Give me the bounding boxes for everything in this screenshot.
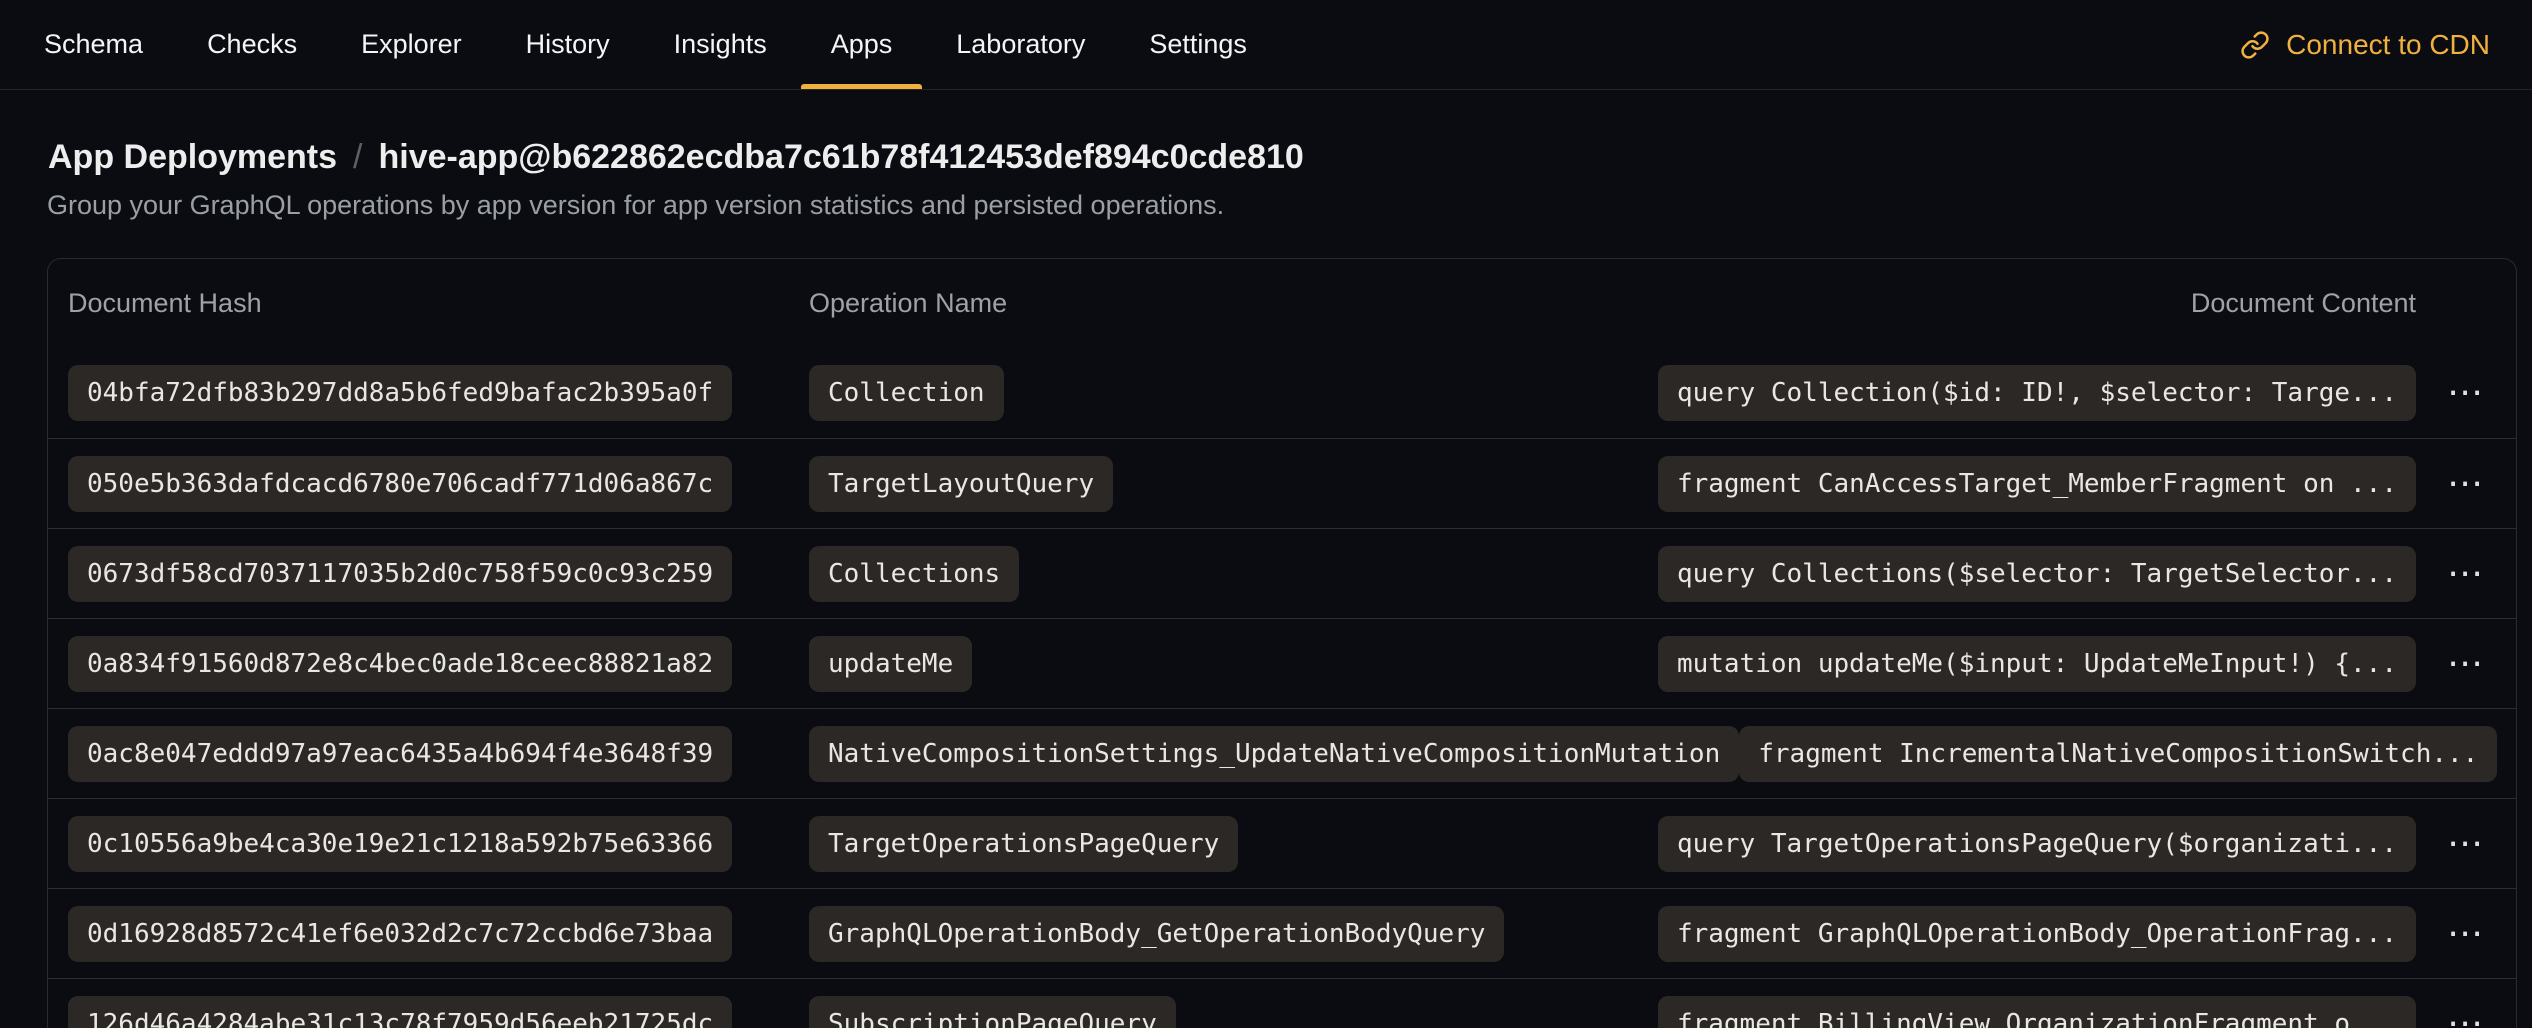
app-deployment-page: App Deployments / hive-app@b622862ecdba7…	[0, 90, 2532, 1028]
top-navigation-bar: Schema Checks Explorer History Insights Apps L…	[0, 0, 2532, 90]
page-subtitle: Group your GraphQL operations by app ver…	[47, 190, 2517, 221]
document-content-preview: query TargetOperationsPageQuery($organiz…	[1658, 816, 2416, 872]
nav-tab-settings[interactable]: Settings	[1149, 0, 1247, 89]
document-content-preview: query Collections($selector: TargetSelec…	[1658, 546, 2416, 602]
document-hash-value: 0d16928d8572c41ef6e032d2c7c72ccbd6e73baa	[68, 906, 732, 962]
nav-tab-checks[interactable]: Checks	[207, 0, 297, 89]
table-row: 0ac8e047eddd97a97eac6435a4b694f4e3648f39…	[48, 708, 2516, 798]
table-row: 0673df58cd7037117035b2d0c758f59c0c93c259…	[48, 528, 2516, 618]
nav-tab-insights[interactable]: Insights	[674, 0, 767, 89]
row-actions-menu-button[interactable]: ⋯	[2437, 820, 2495, 868]
document-hash-value: 0a834f91560d872e8c4bec0ade18ceec88821a82	[68, 636, 732, 692]
table-row: 126d46a4284abe31c13c78f7959d56eeb21725dc…	[48, 978, 2516, 1028]
document-hash-value: 0673df58cd7037117035b2d0c758f59c0c93c259	[68, 546, 732, 602]
nav-tab-schema[interactable]: Schema	[44, 0, 143, 89]
connect-to-cdn-button[interactable]: Connect to CDN	[2240, 29, 2490, 61]
document-hash-value: 04bfa72dfb83b297dd8a5b6fed9bafac2b395a0f	[68, 365, 732, 421]
page-title-app-version: hive-app@b622862ecdba7c61b78f412453def89…	[379, 138, 1304, 177]
document-hash-value: 0c10556a9be4ca30e19e21c1218a592b75e63366	[68, 816, 732, 872]
row-actions-menu-button[interactable]: ⋯	[2437, 910, 2495, 958]
row-actions-menu-button[interactable]: ⋯	[2437, 460, 2495, 508]
operation-name-value: Collections	[809, 546, 1019, 602]
operation-name-value: GraphQLOperationBody_GetOperationBodyQue…	[809, 906, 1504, 962]
link-icon	[2240, 30, 2270, 60]
nav-tab-laboratory[interactable]: Laboratory	[956, 0, 1085, 89]
operation-name-value: SubscriptionPageQuery	[809, 996, 1176, 1028]
document-hash-value: 050e5b363dafdcacd6780e706cadf771d06a867c	[68, 456, 732, 512]
table-row: 0c10556a9be4ca30e19e21c1218a592b75e63366…	[48, 798, 2516, 888]
operation-name-value: TargetLayoutQuery	[809, 456, 1113, 512]
row-actions-menu-button[interactable]: ⋯	[2437, 550, 2495, 598]
nav-tab-apps[interactable]: Apps	[831, 0, 893, 89]
documents-table: Document Hash Operation Name Document Co…	[47, 258, 2517, 1028]
document-content-preview: fragment CanAccessTarget_MemberFragment …	[1658, 456, 2416, 512]
row-actions-menu-button[interactable]: ⋯	[2437, 1000, 2495, 1028]
document-hash-value: 126d46a4284abe31c13c78f7959d56eeb21725dc	[68, 996, 732, 1028]
document-content-preview: mutation updateMe($input: UpdateMeInput!…	[1658, 636, 2416, 692]
operation-name-value: TargetOperationsPageQuery	[809, 816, 1238, 872]
document-content-preview: fragment IncrementalNativeCompositionSwi…	[1739, 726, 2497, 782]
document-hash-value: 0ac8e047eddd97a97eac6435a4b694f4e3648f39	[68, 726, 732, 782]
document-content-preview: fragment GraphQLOperationBody_OperationF…	[1658, 906, 2416, 962]
table-body: 04bfa72dfb83b297dd8a5b6fed9bafac2b395a0f…	[48, 348, 2516, 1028]
operation-name-value: Collection	[809, 365, 1004, 421]
column-header-document-content: Document Content	[2191, 288, 2416, 319]
nav-tabs: Schema Checks Explorer History Insights Apps L…	[44, 0, 1247, 89]
nav-tab-history[interactable]: History	[526, 0, 610, 89]
breadcrumb-separator: /	[353, 138, 362, 177]
column-header-document-hash: Document Hash	[68, 288, 809, 319]
row-actions-menu-button[interactable]: ⋯	[2437, 369, 2495, 417]
operation-name-value: NativeCompositionSettings_UpdateNativeCo…	[809, 726, 1739, 782]
breadcrumb: App Deployments / hive-app@b622862ecdba7…	[47, 138, 2517, 177]
table-row: 04bfa72dfb83b297dd8a5b6fed9bafac2b395a0f…	[48, 348, 2516, 438]
row-actions-menu-button[interactable]: ⋯	[2437, 640, 2495, 688]
table-row: 0d16928d8572c41ef6e032d2c7c72ccbd6e73baa…	[48, 888, 2516, 978]
column-header-operation-name: Operation Name	[809, 288, 2191, 319]
document-content-preview: query Collection($id: ID!, $selector: Ta…	[1658, 365, 2416, 421]
document-content-preview: fragment BillingView_OrganizationFragmen…	[1658, 996, 2416, 1028]
breadcrumb-app-deployments[interactable]: App Deployments	[48, 138, 337, 177]
connect-to-cdn-label: Connect to CDN	[2286, 29, 2490, 61]
table-header-row: Document Hash Operation Name Document Co…	[48, 259, 2516, 348]
operation-name-value: updateMe	[809, 636, 972, 692]
table-row: 050e5b363dafdcacd6780e706cadf771d06a867c…	[48, 438, 2516, 528]
nav-tab-explorer[interactable]: Explorer	[361, 0, 462, 89]
table-row: 0a834f91560d872e8c4bec0ade18ceec88821a82…	[48, 618, 2516, 708]
